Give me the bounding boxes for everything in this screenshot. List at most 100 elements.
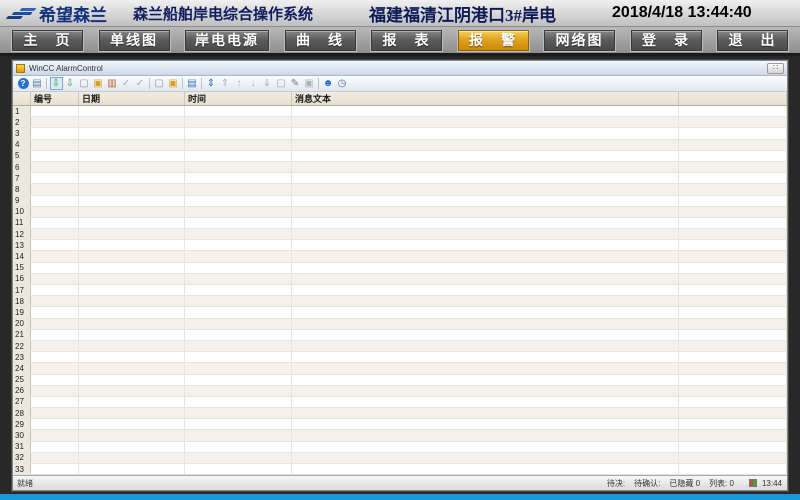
alarm-table-row[interactable]: 5 [13,151,787,162]
empty-cell [79,453,185,463]
column-header-date[interactable]: 日期 [79,92,185,105]
alarm-table-row[interactable]: 19 [13,307,787,318]
alarm-table-row[interactable]: 31 [13,442,787,453]
empty-cell [292,229,679,239]
alarm-table-row[interactable]: 10 [13,207,787,218]
nav-button-network-diagram[interactable]: 网络图 [544,30,615,51]
empty-cell [31,430,79,440]
lock-display-icon[interactable]: ▣ [303,77,316,90]
alarm-table-row[interactable]: 29 [13,419,787,430]
alarm-table-row[interactable]: 3 [13,128,787,139]
next-message-icon[interactable]: ↓ [247,77,260,90]
alarm-table-row[interactable]: 11 [13,218,787,229]
long-term-archive-icon[interactable]: ▢ [78,77,91,90]
nav-button-shore-power-supply[interactable]: 岸电电源 [185,30,269,51]
nav-button-reports[interactable]: 报 表 [371,30,442,51]
empty-cell [679,296,787,306]
alarm-table-row[interactable]: 15 [13,263,787,274]
message-window-icon[interactable]: ⇩ [50,77,63,90]
column-header-message[interactable]: 消息文本 [292,92,679,105]
nav-button-home[interactable]: 主 页 [12,30,83,51]
empty-cell [185,319,292,329]
empty-cell [185,330,292,340]
display-options-icon[interactable]: ✎ [289,77,302,90]
empty-cell [79,464,185,474]
alarm-table-row[interactable]: 17 [13,285,787,296]
alarm-table-row[interactable]: 8 [13,184,787,195]
empty-cell [292,408,679,418]
alarm-table-row[interactable]: 7 [13,173,787,184]
nav-button-single-line-diagram[interactable]: 单线图 [99,30,170,51]
empty-cell [292,363,679,373]
window-menu-button[interactable]: ∷ [767,63,784,74]
time-base-icon[interactable]: ◷ [336,77,349,90]
empty-cell [185,274,292,284]
info-dialog-icon[interactable]: ▢ [275,77,288,90]
alarm-table-row[interactable]: 24 [13,363,787,374]
comment-icon[interactable]: ▢ [153,77,166,90]
alarm-table-row[interactable]: 4 [13,140,787,151]
alarm-table-row[interactable]: 22 [13,341,787,352]
alarm-table-row[interactable]: 28 [13,408,787,419]
alarm-table-row[interactable]: 9 [13,196,787,207]
lock-message-icon[interactable]: ▣ [167,77,180,90]
first-message-icon[interactable]: ⇑ [219,77,232,90]
alarm-table-row[interactable]: 14 [13,251,787,262]
help-icon[interactable]: ? [18,78,29,89]
alarm-table-row[interactable]: 21 [13,330,787,341]
empty-cell [679,240,787,250]
empty-cell [79,240,185,250]
nav-button-alarms[interactable]: 报 警 [458,30,529,51]
alarm-table-row[interactable]: 26 [13,386,787,397]
last-message-icon[interactable]: ⇓ [261,77,274,90]
empty-cell [79,285,185,295]
group-acknowledge-icon[interactable]: ✓ [134,77,147,90]
alarm-table-row[interactable]: 20 [13,319,787,330]
nav-button-exit[interactable]: 退 出 [717,30,788,51]
hits-list-icon[interactable]: ☻ [322,77,335,90]
nav-button-login[interactable]: 登 录 [631,30,702,51]
empty-cell [292,240,679,250]
alarm-table-row[interactable]: 6 [13,162,787,173]
row-number-gutter-header[interactable] [13,92,31,105]
alarm-table-row[interactable]: 16 [13,274,787,285]
alarm-table-row[interactable]: 12 [13,229,787,240]
nav-button-curves[interactable]: 曲 线 [285,30,356,51]
previous-message-icon[interactable]: ↑ [233,77,246,90]
status-counters: 待决: 待确认: 已隐藏 0 列表: 0 [607,478,734,489]
alarm-table-row[interactable]: 27 [13,397,787,408]
empty-cell [31,319,79,329]
empty-cell [292,285,679,295]
alarm-table-row[interactable]: 33 [13,464,787,475]
alarm-toolbar: ?▤⇩⇩▢▣▥✓✓▢▣▤⇕⇑↑↓⇓▢✎▣☻◷ [13,76,787,92]
empty-cell [185,352,292,362]
alarm-table-row[interactable]: 1 [13,106,787,117]
site-title: 福建福清江阴港口3#岸电 [369,1,556,26]
column-header-number[interactable]: 编号 [31,92,79,105]
short-term-archive-icon[interactable]: ⇩ [64,77,77,90]
acknowledge-icon[interactable]: ✓ [120,77,133,90]
alarm-table-row[interactable]: 13 [13,240,787,251]
alarm-table-row[interactable]: 18 [13,296,787,307]
autoscroll-icon[interactable]: ⇕ [205,77,218,90]
empty-cell [79,263,185,273]
empty-cell [185,419,292,429]
lock-list-icon[interactable]: ▣ [92,77,105,90]
window-title-bar[interactable]: WinCC AlarmControl ∷ [13,61,787,76]
alarm-table-row[interactable]: 30 [13,430,787,441]
empty-cell [31,453,79,463]
message-list-icon[interactable]: ▤ [31,77,44,90]
wincc-alarm-window: WinCC AlarmControl ∷ ?▤⇩⇩▢▣▥✓✓▢▣▤⇕⇑↑↓⇓▢✎… [12,60,788,491]
alarm-table-row[interactable]: 23 [13,352,787,363]
empty-cell [31,229,79,239]
row-number: 11 [13,218,31,228]
alarm-table-row[interactable]: 25 [13,375,787,386]
empty-cell [679,285,787,295]
print-icon[interactable]: ▤ [186,77,199,90]
statistics-list-icon[interactable]: ▥ [106,77,119,90]
empty-cell [79,117,185,127]
alarm-table-row[interactable]: 32 [13,453,787,464]
alarm-table-row[interactable]: 2 [13,117,787,128]
empty-cell [679,263,787,273]
column-header-time[interactable]: 时间 [185,92,292,105]
